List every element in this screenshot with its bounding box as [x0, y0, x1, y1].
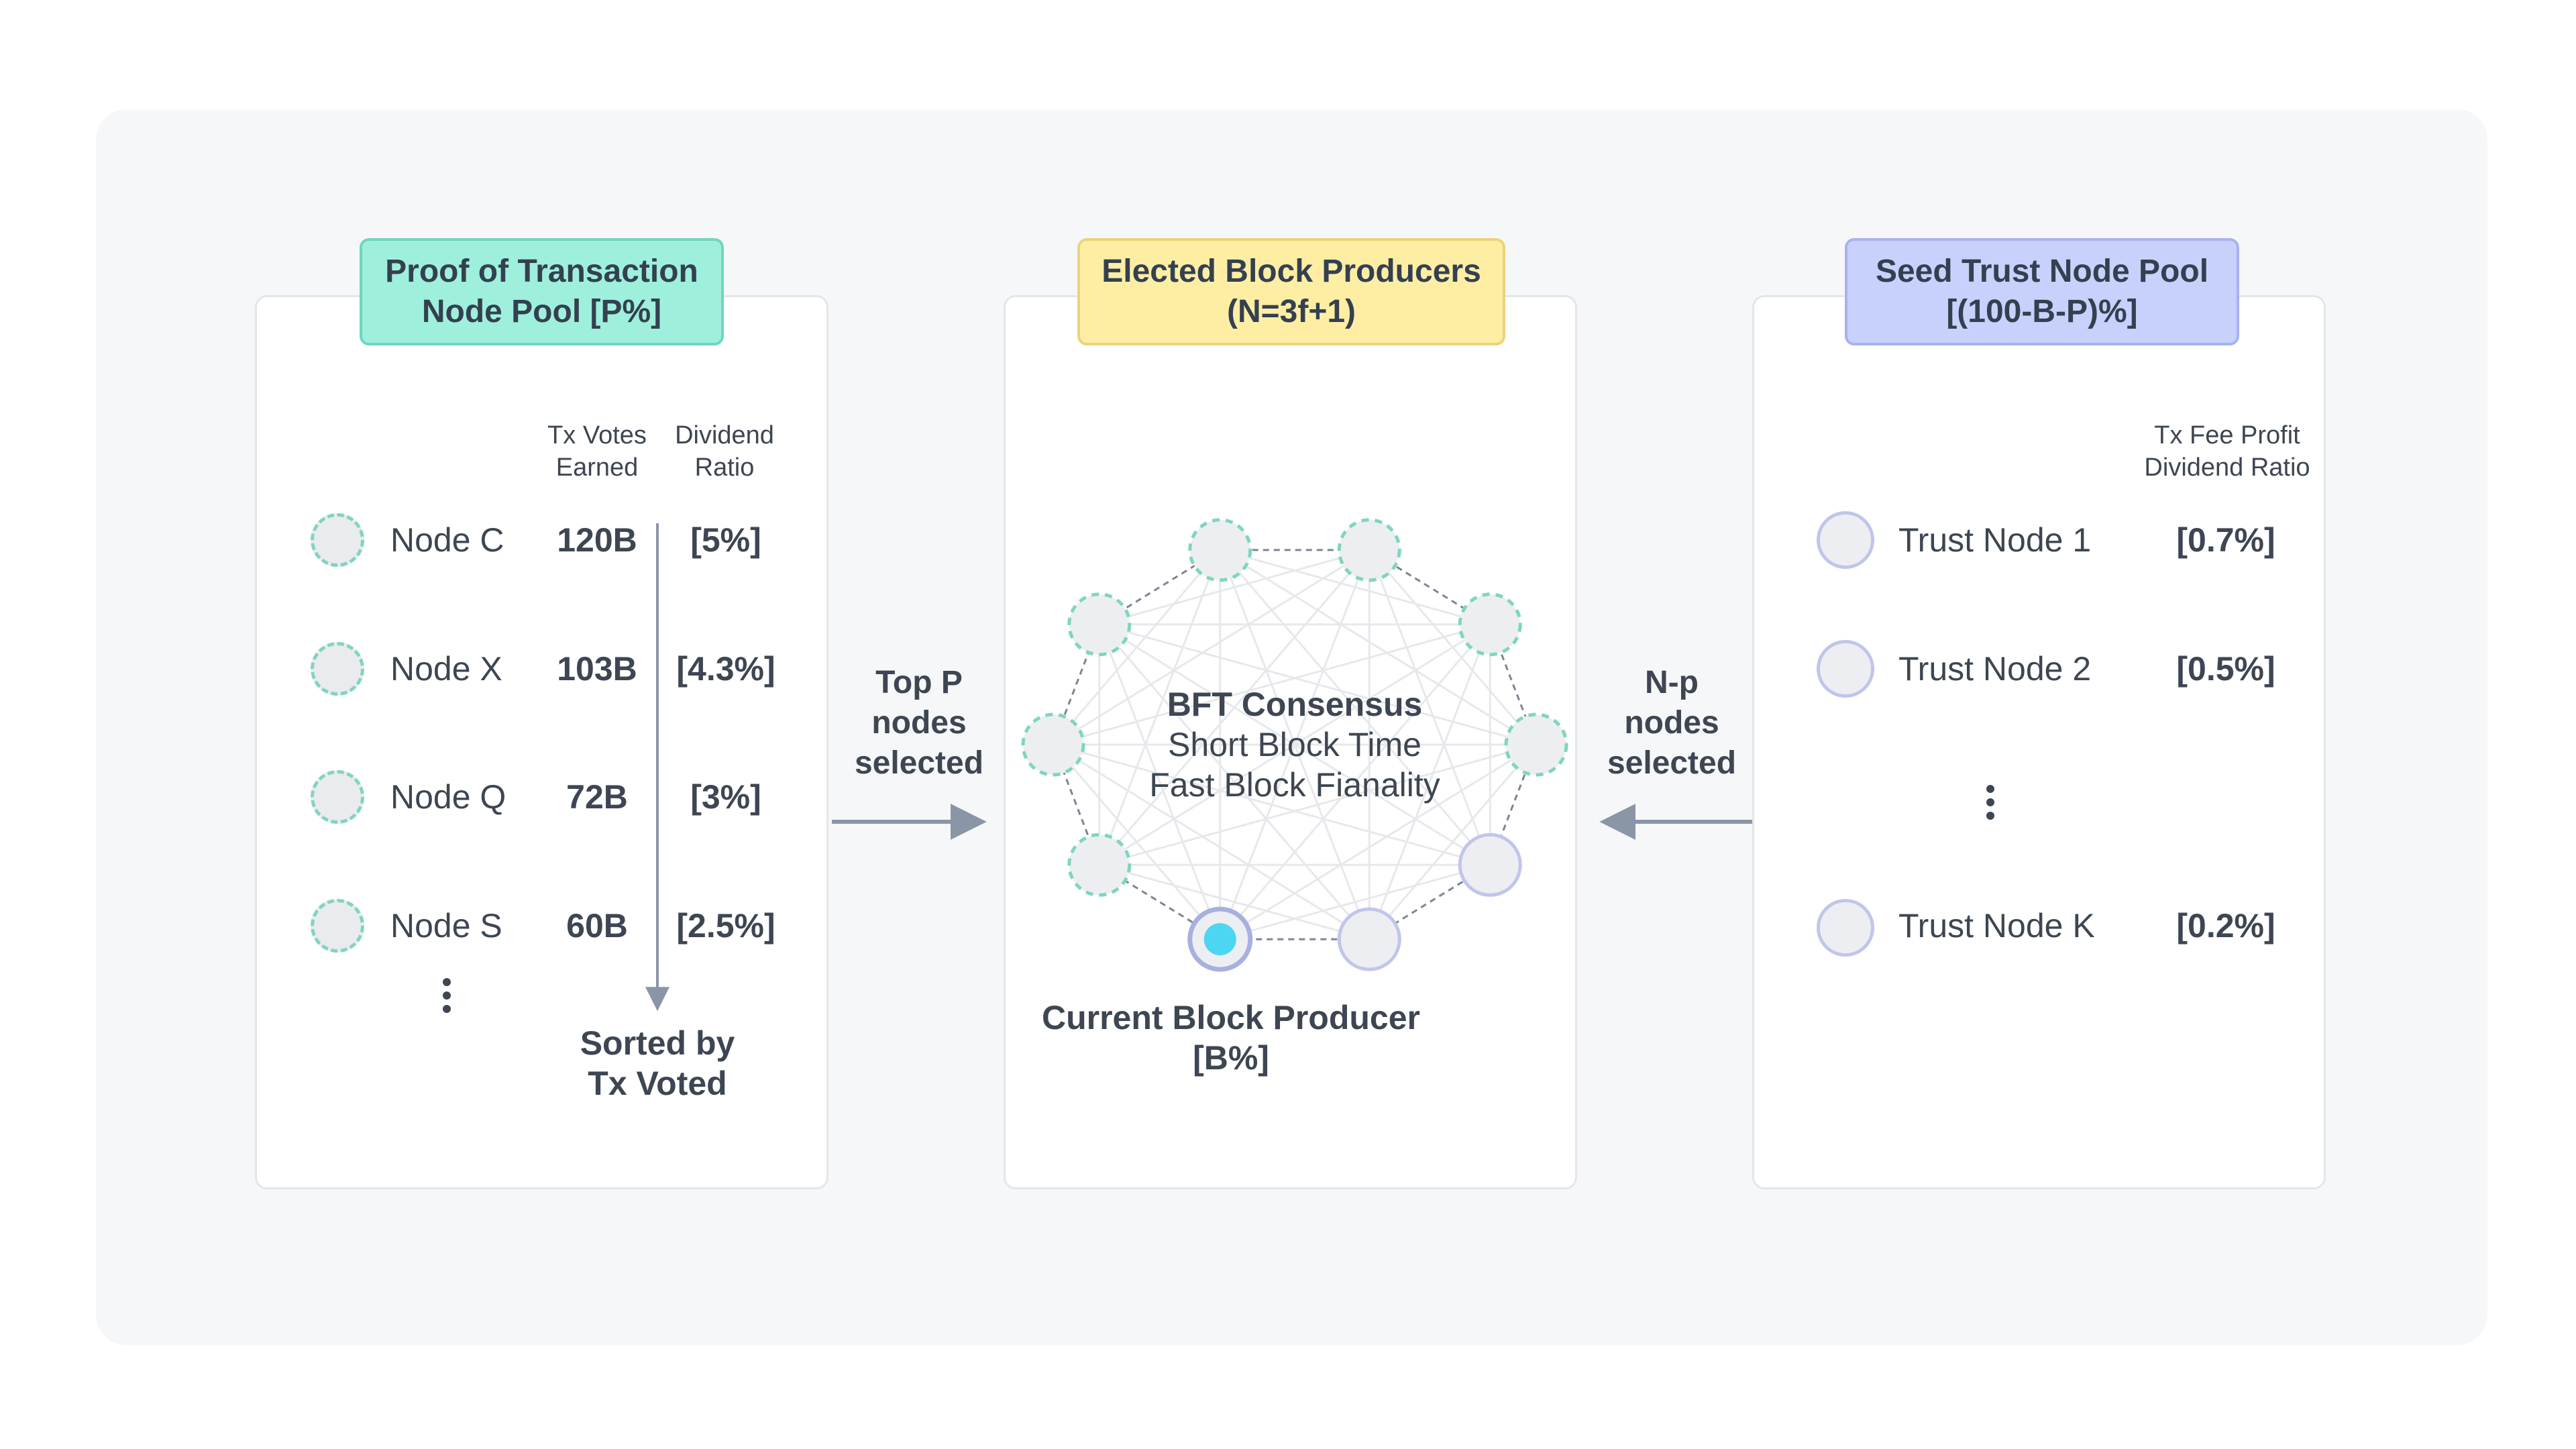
trust-node-ratio: [0.2%]	[2176, 907, 2275, 945]
n-p-label-line3: selected	[1607, 745, 1737, 781]
more-trust-nodes-ellipsis-icon	[1986, 785, 1994, 825]
fast-finality-label: Fast Block Fianality	[1149, 766, 1440, 804]
bft-consensus-label: BFT Consensus	[1167, 686, 1423, 723]
pot-node-name: Node X	[390, 650, 502, 688]
seed-trust-pool-title: Seed Trust Node Pool [(100-B-P)%]	[1845, 238, 2239, 345]
pot-pool-title-line1: Proof of Transaction	[385, 254, 698, 289]
trust-producer-node	[1337, 907, 1401, 971]
top-p-label-line3: selected	[854, 745, 984, 781]
pot-producer-node	[1067, 833, 1132, 897]
n-p-label-line1: N-p	[1645, 665, 1699, 700]
pot-node-icon	[311, 770, 364, 824]
trust-node-ratio: [0.7%]	[2176, 521, 2275, 559]
pot-node-icon	[311, 642, 364, 696]
short-block-time-label: Short Block Time	[1168, 726, 1421, 763]
trust-node-icon	[1817, 640, 1874, 698]
sort-label-line1: Sorted by	[580, 1024, 735, 1062]
pot-producer-node	[1458, 592, 1522, 657]
elected-title-line2: (N=3f+1)	[1226, 294, 1356, 329]
pot-producer-node	[1337, 518, 1401, 582]
pot-node-ratio: [3%]	[690, 778, 761, 816]
elected-producers-title: Elected Block Producers (N=3f+1)	[1077, 238, 1505, 345]
pot-node-icon	[311, 899, 364, 953]
seed-title-line2: [(100-B-P)%]	[1946, 294, 2138, 329]
pot-node-votes: 103B	[557, 650, 637, 688]
trust-node-name: Trust Node 2	[1898, 650, 2092, 688]
trust-node-icon	[1817, 511, 1874, 569]
pot-node-votes: 120B	[557, 521, 637, 559]
pot-producer-node	[1504, 712, 1568, 777]
pot-pool-title: Proof of Transaction Node Pool [P%]	[360, 238, 724, 345]
top-p-label-line2: nodes	[871, 705, 967, 741]
pot-node-name: Node S	[390, 907, 502, 945]
pot-node-name: Node C	[390, 521, 504, 559]
diagram: Proof of Transaction Node Pool [P%] Elec…	[0, 0, 2576, 1449]
pot-node-ratio: [4.3%]	[676, 650, 775, 688]
tx-fee-dividend-header: Tx Fee Profit Dividend Ratio	[2144, 421, 2310, 482]
more-nodes-ellipsis-icon	[443, 978, 451, 1018]
sort-label-line2: Tx Voted	[588, 1065, 727, 1102]
n-p-label-line2: nodes	[1624, 705, 1719, 741]
dividend-ratio-header: Dividend Ratio	[675, 421, 774, 482]
current-producer-dot	[1203, 923, 1236, 956]
tx-votes-header: Tx Votes Earned	[547, 421, 647, 482]
current-producer-share: [B%]	[1193, 1039, 1269, 1077]
pot-node-ratio: [2.5%]	[676, 907, 775, 945]
pot-node-votes: 72B	[566, 778, 628, 816]
pot-pool-title-line2: Node Pool [P%]	[421, 294, 662, 329]
elected-title-line1: Elected Block Producers	[1102, 254, 1481, 289]
pot-producer-node	[1188, 518, 1252, 582]
pot-node-icon	[311, 513, 364, 567]
current-producer-label: Current Block Producer	[1041, 999, 1421, 1036]
trust-node-name: Trust Node 1	[1898, 521, 2092, 559]
trust-node-icon	[1817, 899, 1874, 957]
pot-producer-node	[1021, 712, 1085, 777]
pot-node-votes: 60B	[566, 907, 628, 945]
pot-node-name: Node Q	[390, 778, 506, 816]
trust-producer-node	[1458, 833, 1522, 897]
trust-node-ratio: [0.5%]	[2176, 650, 2275, 688]
top-p-label-line1: Top P	[875, 665, 963, 700]
pot-producer-node	[1067, 592, 1132, 657]
seed-title-line1: Seed Trust Node Pool	[1875, 254, 2209, 289]
pot-node-ratio: [5%]	[690, 521, 761, 559]
trust-node-name: Trust Node K	[1898, 907, 2095, 945]
